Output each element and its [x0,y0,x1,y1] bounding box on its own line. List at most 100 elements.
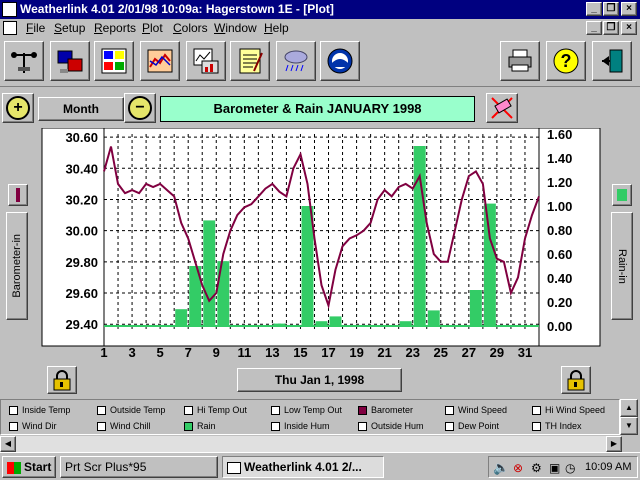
menu-plot[interactable]: Plot [142,21,163,35]
legend-checkbox[interactable] [445,421,454,431]
legend-item-inside-temp[interactable]: Inside Temp [9,403,70,417]
left-lock-button[interactable] [47,366,77,394]
legend-item-inside-hum[interactable]: Inside Hum [271,419,330,433]
legend-item-wind-speed[interactable]: Wind Speed [445,403,507,417]
legend-checkbox[interactable] [97,421,106,431]
legend-checkbox[interactable] [97,405,106,415]
y-tick-label: 30.40 [65,161,98,176]
menu-accelerator: P [142,21,151,35]
noaa-button[interactable] [320,41,360,81]
legend-item-wind-chill[interactable]: Wind Chill [97,419,151,433]
legend-checkbox[interactable] [184,405,193,415]
notes-button[interactable] [230,41,270,81]
print-button[interactable] [500,41,540,81]
eraser-button[interactable] [486,93,518,123]
date-button[interactable]: Thu Jan 1, 1998 [237,368,402,392]
plot-button[interactable] [140,41,180,81]
legend-item-wind-dir[interactable]: Wind Dir [9,419,57,433]
x-tick-label: 1 [100,345,107,360]
tray-app-icon[interactable]: ⊗ [513,458,523,478]
left-axis-button[interactable]: Barometer-in [6,212,28,320]
legend-item-hi-temp-out[interactable]: Hi Temp Out [184,403,247,417]
legend-item-rain[interactable]: Rain [184,419,216,433]
document-icon[interactable] [3,21,17,35]
rain-bar [469,290,482,326]
zoom-out-button[interactable]: − [124,93,156,123]
legend-checkbox[interactable] [271,421,280,431]
speaker-icon[interactable]: 🔈 [493,458,509,478]
legend-checkbox[interactable] [184,421,193,431]
close-button[interactable]: × [621,2,637,16]
y-tick-label: 29.40 [65,317,98,332]
legend-label: Low Temp Out [284,405,342,415]
legend-label: Outside Temp [110,405,166,415]
x-tick-label: 17 [321,345,335,360]
rain-bar [413,146,426,326]
rain-bar [427,310,440,326]
x-tick-label: 25 [434,345,448,360]
legend-scrollbar[interactable]: ▲ ▼ [620,399,638,435]
zoom-in-button[interactable]: + [2,93,34,123]
x-tick-label: 31 [518,345,532,360]
legend-item-hi-wind-speed[interactable]: Hi Wind Speed [532,403,605,417]
legend-checkbox[interactable] [532,405,541,415]
legend-checkbox[interactable] [358,405,367,415]
y2-tick-label: 1.20 [547,175,572,190]
rain-bar [203,220,216,326]
task-prtscr[interactable]: Prt Scr Plus*95 [60,456,218,478]
tray-network-icon[interactable]: ⚙ [531,458,542,478]
legend-checkbox[interactable] [358,421,367,431]
menu-file[interactable]: File [26,21,45,35]
doc-minimize-button[interactable]: _ [586,21,602,35]
menu-reports[interactable]: Reports [94,21,136,35]
doc-close-button[interactable]: × [621,21,637,35]
legend-item-dew-point[interactable]: Dew Point [445,419,499,433]
start-button[interactable]: Start [2,456,56,478]
legend-checkbox[interactable] [271,405,280,415]
legend-item-barometer[interactable]: Barometer [358,403,413,417]
exit-door-icon [602,49,623,73]
doc-restore-button[interactable]: ❐ [603,21,619,35]
rain-color-button[interactable] [612,184,632,206]
legend-item-low-temp-out[interactable]: Low Temp Out [271,403,342,417]
legend-checkbox[interactable] [445,405,454,415]
help-button[interactable]: ? [546,41,586,81]
noaa-logo-icon [327,48,353,74]
barometer-color-button[interactable] [8,184,28,206]
period-button[interactable]: Month [38,97,124,121]
graph-button[interactable] [186,41,226,81]
restore-button[interactable]: ❐ [603,2,619,16]
padlock-icon [53,370,71,391]
menu-setup[interactable]: Setup [54,21,85,35]
legend-checkbox[interactable] [9,421,18,431]
task-weatherlink[interactable]: Weatherlink 4.01 2/... [222,456,384,478]
y2-tick-label: 0.00 [547,319,572,334]
legend-item-th-index[interactable]: TH Index [532,419,582,433]
exit-button[interactable] [592,41,632,81]
scroll-right-icon[interactable]: ▶ [606,436,622,452]
menu-colors[interactable]: Colors [173,21,208,35]
bulletin-button[interactable] [94,41,134,81]
station-button[interactable] [4,41,44,81]
legend-item-outside-hum[interactable]: Outside Hum [358,419,424,433]
rain-bar [483,203,496,326]
legend-checkbox[interactable] [9,405,18,415]
weather-button[interactable] [276,41,316,81]
scroll-up-icon[interactable]: ▲ [620,399,638,417]
app-icon[interactable] [2,2,17,17]
legend-item-outside-temp[interactable]: Outside Temp [97,403,165,417]
minimize-button[interactable]: _ [586,2,602,16]
scroll-down-icon[interactable]: ▼ [620,417,638,435]
legend-checkbox[interactable] [532,421,541,431]
scroll-left-icon[interactable]: ◀ [0,436,16,452]
menu-window[interactable]: Window [214,21,257,35]
tray-monitor-icon[interactable]: ▣ [549,458,560,478]
right-axis-button[interactable]: Rain-in [611,212,633,320]
menu-help[interactable]: Help [264,21,289,35]
right-lock-button[interactable] [561,366,591,394]
horizontal-scrollbar[interactable]: ◀ ▶ [0,436,640,452]
tray-clock-icon[interactable]: ◷ [565,458,575,478]
weather-station-icon [11,52,37,73]
rain-bar [175,309,188,326]
download-button[interactable] [50,41,90,81]
